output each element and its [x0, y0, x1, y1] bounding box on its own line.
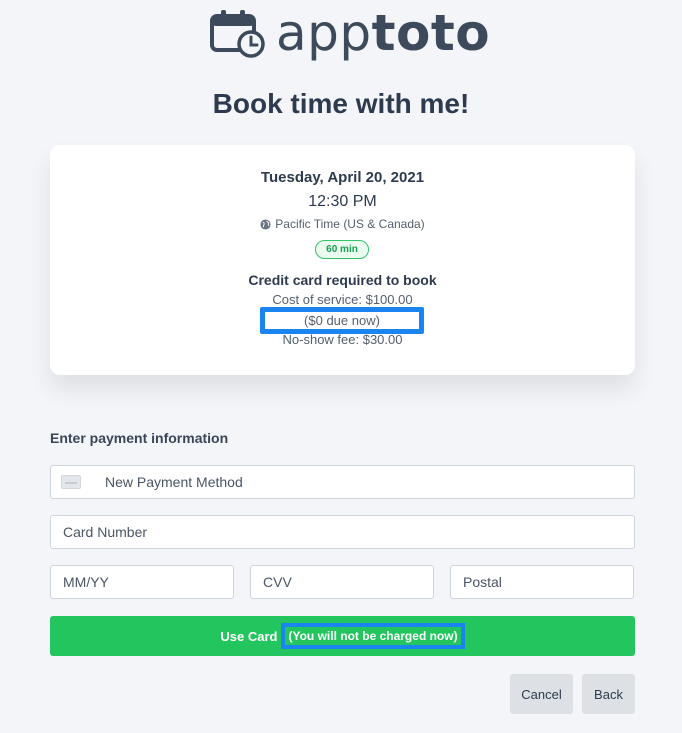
appointment-time: 12:30 PM	[308, 193, 377, 210]
card-number-placeholder: Card Number	[63, 524, 148, 540]
postal-input[interactable]: Postal	[450, 565, 634, 599]
duration-badge: 60 min	[315, 240, 369, 259]
logo-text: apptoto	[276, 8, 490, 58]
back-button[interactable]: Back	[582, 674, 635, 714]
appointment-summary-card: Tuesday, April 20, 2021 12:30 PM Pacific…	[50, 145, 635, 375]
credit-card-icon	[61, 475, 81, 489]
credit-card-required-heading: Credit card required to book	[248, 272, 437, 288]
booking-page: apptoto Book time with me! Tuesday, Apri…	[0, 0, 682, 733]
timezone-label: Pacific Time (US & Canada)	[275, 217, 425, 231]
payment-method-select[interactable]: New Payment Method	[50, 465, 635, 499]
calendar-clock-icon	[210, 10, 265, 58]
globe-icon	[260, 218, 271, 230]
cost-of-service: Cost of service: $100.00	[272, 292, 413, 307]
page-title: Book time with me!	[212, 88, 470, 119]
appointment-date: Tuesday, April 20, 2021	[260, 169, 425, 186]
payment-method-value: New Payment Method	[105, 474, 243, 490]
due-now-highlight: ($0 due now)	[260, 307, 424, 334]
expiry-input[interactable]: MM/YY	[50, 565, 234, 599]
cancel-button[interactable]: Cancel	[510, 674, 573, 714]
payment-section-label: Enter payment information	[50, 430, 229, 446]
card-number-input[interactable]: Card Number	[50, 515, 635, 549]
postal-placeholder: Postal	[463, 574, 502, 590]
logo-text-light: app	[276, 4, 372, 62]
use-card-button[interactable]: Use Card (You will not be charged now)	[50, 616, 635, 656]
use-card-label: Use Card	[220, 628, 278, 644]
logo-text-bold: toto	[371, 4, 491, 62]
cvv-input[interactable]: CVV	[250, 565, 434, 599]
cvv-placeholder: CVV	[263, 574, 292, 590]
not-charged-highlight: (You will not be charged now)	[281, 623, 465, 649]
no-show-fee: No-show fee: $30.00	[282, 332, 403, 347]
apptoto-logo: apptoto	[210, 8, 490, 58]
expiry-placeholder: MM/YY	[63, 574, 109, 590]
timezone-line: Pacific Time (US & Canada)	[50, 217, 635, 231]
